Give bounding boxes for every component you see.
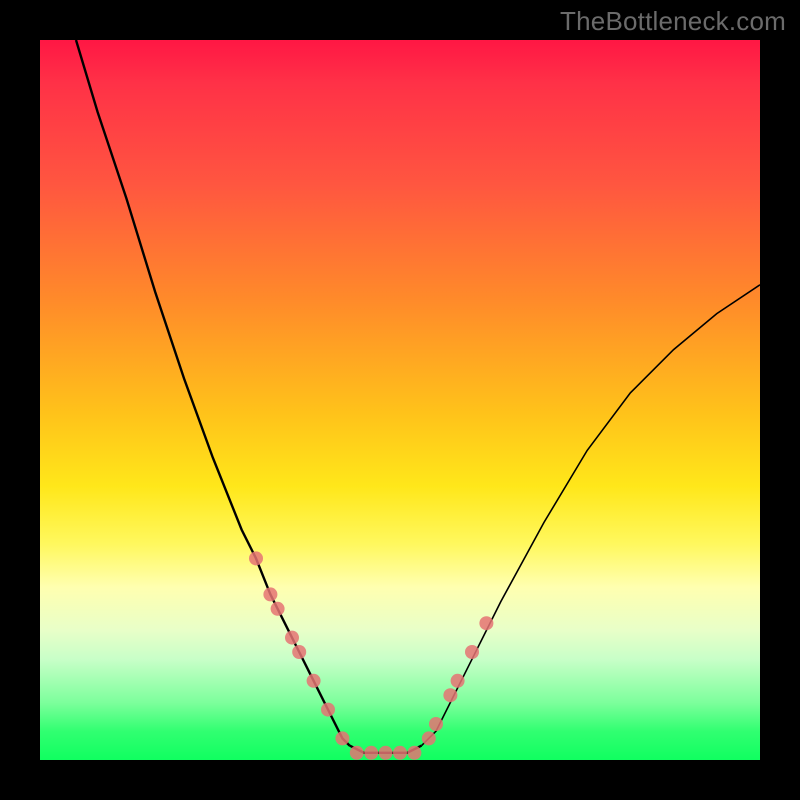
highlight-dot: [350, 746, 364, 760]
highlight-dot: [393, 746, 407, 760]
chart-frame: TheBottleneck.com: [0, 0, 800, 800]
highlight-dot: [379, 746, 393, 760]
highlight-dots: [249, 551, 493, 759]
highlight-dot: [443, 688, 457, 702]
chart-svg: [40, 40, 760, 760]
highlight-dot: [321, 703, 335, 717]
highlight-dot: [422, 731, 436, 745]
highlight-dot: [364, 746, 378, 760]
highlight-dot: [307, 674, 321, 688]
highlight-dot: [407, 746, 421, 760]
highlight-dot: [429, 717, 443, 731]
highlight-dot: [249, 551, 263, 565]
curve-group: [76, 40, 760, 753]
plot-area: [40, 40, 760, 760]
highlight-dot: [271, 602, 285, 616]
highlight-dot: [451, 674, 465, 688]
highlight-dot: [335, 731, 349, 745]
highlight-dot: [479, 616, 493, 630]
watermark-text: TheBottleneck.com: [560, 6, 786, 37]
highlight-dot: [263, 587, 277, 601]
highlight-dot: [465, 645, 479, 659]
highlight-dot: [292, 645, 306, 659]
curve-left: [76, 40, 350, 746]
highlight-dot: [285, 631, 299, 645]
curve-right: [422, 285, 760, 746]
